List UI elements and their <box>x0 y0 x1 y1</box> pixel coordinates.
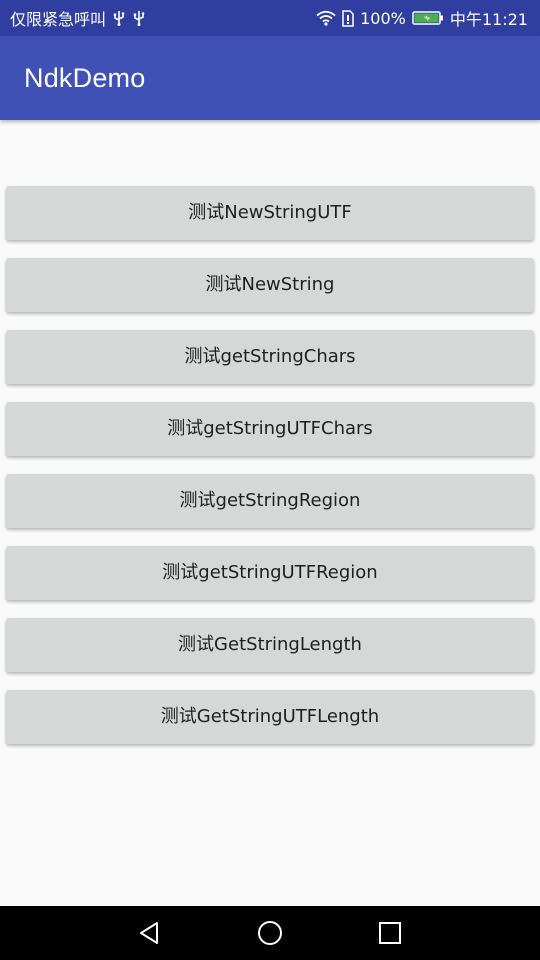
button-item: 测试NewString <box>6 258 534 312</box>
recent-apps-button[interactable] <box>375 918 405 948</box>
button-item: 测试GetStringUTFLength <box>6 690 534 744</box>
battery-percent: 100% <box>360 8 406 28</box>
back-button[interactable] <box>135 918 165 948</box>
test-newstringutf-button[interactable]: 测试NewStringUTF <box>6 186 534 240</box>
sim-icon <box>342 9 354 27</box>
carrier-text: 仅限紧急呼叫 <box>10 10 107 29</box>
test-newstring-button[interactable]: 测试NewString <box>6 258 534 312</box>
test-getstringlength-button[interactable]: 测试GetStringLength <box>6 618 534 672</box>
status-right: 100% 中午11:21 <box>316 6 528 30</box>
recent-apps-icon <box>379 922 401 944</box>
button-list: 测试NewStringUTF 测试NewString 测试getStringCh… <box>6 186 534 762</box>
navigation-bar <box>0 906 540 960</box>
test-getstringregion-button[interactable]: 测试getStringRegion <box>6 474 534 528</box>
home-button[interactable] <box>255 918 285 948</box>
status-left: 仅限紧急呼叫 <box>10 6 146 30</box>
status-bar: 仅限紧急呼叫 100% 中午11:21 <box>0 0 540 36</box>
app-title: NdkDemo <box>24 62 146 93</box>
button-item: 测试getStringUTFRegion <box>6 546 534 600</box>
test-getstringutfchars-button[interactable]: 测试getStringUTFChars <box>6 402 534 456</box>
wifi-icon <box>316 10 336 26</box>
test-getstringutfregion-button[interactable]: 测试getStringUTFRegion <box>6 546 534 600</box>
usb-icon <box>132 10 146 26</box>
main-content: 测试NewStringUTF 测试NewString 测试getStringCh… <box>0 120 540 906</box>
test-getstringchars-button[interactable]: 测试getStringChars <box>6 330 534 384</box>
button-item: 测试getStringUTFChars <box>6 402 534 456</box>
app-bar: NdkDemo <box>0 36 540 120</box>
test-getstringutflength-button[interactable]: 测试GetStringUTFLength <box>6 690 534 744</box>
usb-icon <box>112 10 126 26</box>
back-icon <box>140 922 158 944</box>
button-item: 测试GetStringLength <box>6 618 534 672</box>
home-icon <box>258 921 282 945</box>
button-item: 测试getStringRegion <box>6 474 534 528</box>
button-item: 测试getStringChars <box>6 330 534 384</box>
battery-icon <box>412 10 444 26</box>
clock: 中午11:21 <box>449 10 528 29</box>
button-item: 测试NewStringUTF <box>6 186 534 240</box>
